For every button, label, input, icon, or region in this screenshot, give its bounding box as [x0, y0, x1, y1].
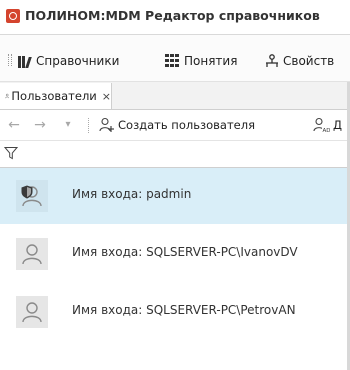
- login-name: Имя входа: padmin: [72, 187, 192, 201]
- menu-item-properties[interactable]: Свойств: [264, 52, 334, 70]
- list-item[interactable]: Имя входа: SQLSERVER-PC\PetrovAN: [0, 284, 350, 340]
- svg-text:AD: AD: [323, 128, 331, 133]
- login-name: Имя входа: SQLSERVER-PC\PetrovAN: [72, 303, 296, 317]
- menu-bar: Справочники Понятия Свойств: [0, 35, 350, 82]
- filter-icon[interactable]: [4, 146, 18, 160]
- user-icon: [22, 302, 42, 323]
- app-logo-icon: [6, 9, 20, 23]
- menu-item-concepts[interactable]: Понятия: [165, 52, 237, 70]
- tab-users[interactable]: Пользователи ×: [0, 83, 112, 109]
- forward-button[interactable]: →: [32, 117, 48, 133]
- title-bar: ПОЛИНОМ:MDM Редактор справочников: [0, 0, 350, 35]
- history-dropdown-button[interactable]: ▾: [60, 117, 76, 133]
- filter-bar: [0, 141, 350, 168]
- avatar: [16, 296, 48, 328]
- menu-grip[interactable]: [8, 54, 12, 66]
- tab-label: Пользователи: [11, 89, 97, 103]
- menu-item-label: Свойств: [283, 54, 335, 68]
- avatar: [16, 238, 48, 270]
- ad-import-button[interactable]: AD Д: [312, 116, 342, 134]
- create-user-button[interactable]: Создать пользователя: [99, 116, 255, 134]
- create-user-label: Создать пользователя: [118, 118, 256, 132]
- login-name: Имя входа: SQLSERVER-PC\IvanovDV: [72, 245, 298, 259]
- close-icon[interactable]: ×: [102, 90, 111, 103]
- user-icon: [22, 244, 42, 265]
- list-item[interactable]: Имя входа: padmin: [0, 168, 350, 224]
- books-icon: [17, 54, 33, 68]
- back-button[interactable]: ←: [6, 117, 22, 133]
- menu-item-label: Понятия: [184, 54, 238, 68]
- grid-icon: [165, 54, 181, 68]
- app-window: ПОЛИНОМ:MDM Редактор справочников Справо…: [0, 0, 350, 370]
- ad-button-label: Д: [333, 118, 342, 132]
- person-tree-icon: [264, 54, 280, 68]
- add-user-icon: [99, 117, 114, 132]
- menu-item-label: Справочники: [36, 54, 120, 68]
- toolbar: ← → ▾ Создать пользователя AD Д: [0, 110, 350, 141]
- ad-user-icon: AD: [313, 117, 331, 133]
- user-icon: [5, 93, 10, 99]
- user-list: Имя входа: padmin Имя входа: SQLSERVER-P…: [0, 168, 350, 370]
- toolbar-separator: [88, 118, 91, 133]
- menu-item-directories[interactable]: Справочники: [17, 52, 119, 70]
- avatar: [16, 180, 48, 212]
- shield-icon: [21, 185, 33, 199]
- tab-strip: Пользователи ×: [0, 82, 350, 110]
- window-title: ПОЛИНОМ:MDM Редактор справочников: [25, 8, 320, 23]
- filter-input[interactable]: [22, 144, 346, 164]
- list-item[interactable]: Имя входа: SQLSERVER-PC\IvanovDV: [0, 226, 350, 282]
